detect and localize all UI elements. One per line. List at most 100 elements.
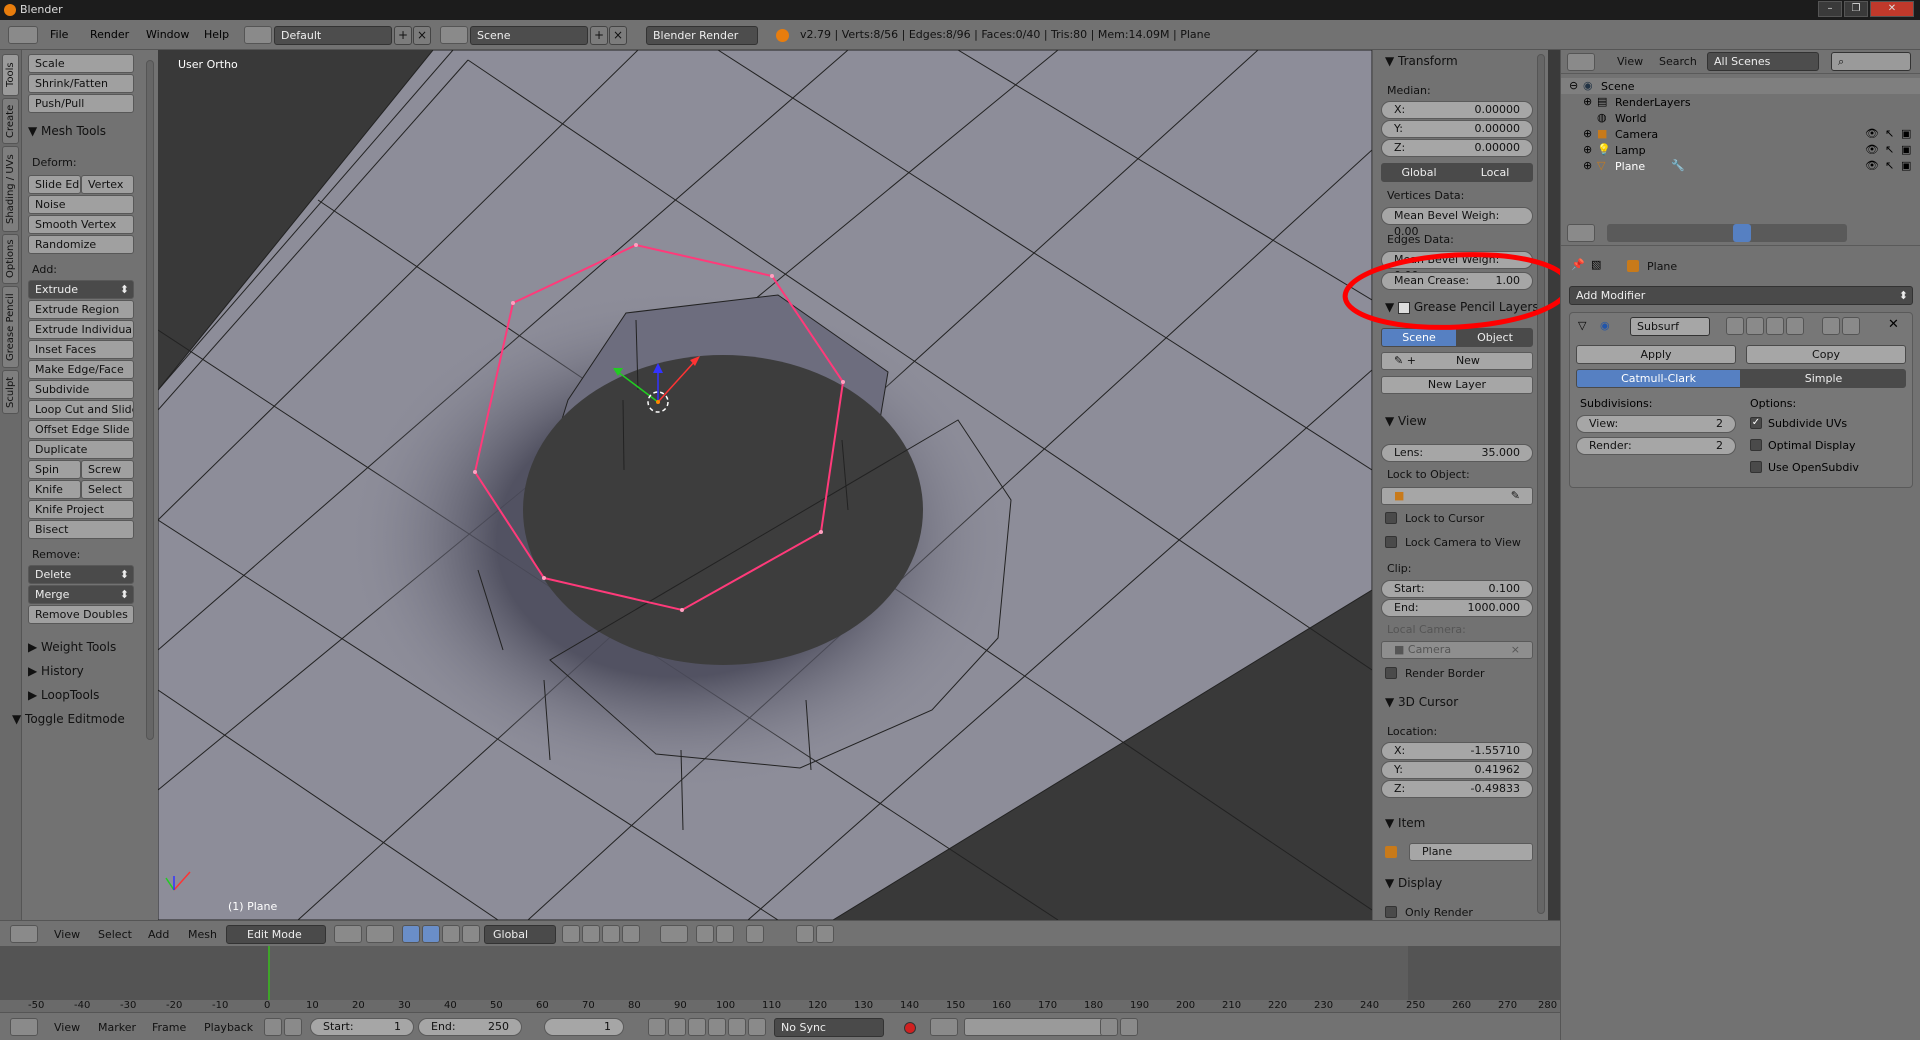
tab-tools[interactable]: Tools [2, 54, 19, 96]
expand-icon[interactable]: ⊕ [1583, 159, 1592, 172]
knife-select-button[interactable]: Select [81, 480, 134, 499]
expand-icon[interactable]: ⊕ [1583, 95, 1592, 108]
properties-shelf-scrollbar[interactable] [1537, 54, 1545, 914]
tool-shelf-scrollbar[interactable] [146, 60, 154, 740]
shrink-fatten-button[interactable]: Shrink/Fatten [28, 74, 134, 93]
layout-field[interactable]: Default [274, 26, 392, 45]
opengl-anim-icon[interactable] [796, 925, 814, 943]
randomize-button[interactable]: Randomize [28, 235, 134, 254]
editor-type-icon[interactable] [8, 26, 38, 44]
delete-keyframe-icon[interactable] [1120, 1018, 1138, 1036]
current-frame-indicator[interactable] [268, 946, 270, 1002]
menu-window[interactable]: Window [146, 28, 189, 41]
menu-help[interactable]: Help [204, 28, 229, 41]
viewport-menu-view[interactable]: View [54, 928, 80, 941]
scale-button[interactable]: Scale [28, 54, 134, 73]
eyedropper-icon[interactable]: ✎ [1511, 488, 1520, 504]
local-toggle[interactable]: Local [1457, 163, 1533, 182]
scale-icon[interactable] [462, 925, 480, 943]
lock-object-field[interactable]: ■ ✎ [1381, 487, 1533, 505]
extrude-region-button[interactable]: Extrude Region [28, 300, 134, 319]
mesh-tools-header[interactable]: ▼ Mesh Tools [28, 124, 106, 138]
tab-grease-pencil[interactable]: Grease Pencil [2, 286, 19, 368]
noise-button[interactable]: Noise [28, 195, 134, 214]
timeline-menu-playback[interactable]: Playback [204, 1021, 253, 1034]
make-edge-face-button[interactable]: Make Edge/Face [28, 360, 134, 379]
inset-faces-button[interactable]: Inset Faces [28, 340, 134, 359]
duplicate-button[interactable]: Duplicate [28, 440, 134, 459]
clear-icon[interactable]: × [1511, 642, 1520, 658]
show-editmode-icon[interactable] [1766, 317, 1784, 335]
jump-keyframe-forward-icon[interactable] [728, 1018, 746, 1036]
timeline[interactable]: -50 -40 -30 -20 -10 0 10 20 30 40 50 60 … [0, 946, 1560, 1012]
face-select-icon[interactable] [622, 925, 640, 943]
render-icon[interactable]: ▣ [1901, 127, 1911, 140]
outliner-row-scene[interactable]: ⊖ ◉ Scene [1561, 78, 1920, 94]
select-arrow-icon[interactable]: ↖ [1885, 127, 1894, 140]
edge-select-icon[interactable] [602, 925, 620, 943]
3d-cursor-header[interactable]: ▼ 3D Cursor [1385, 695, 1458, 709]
pivot-point-icon[interactable] [366, 925, 394, 943]
remove-modifier-icon[interactable]: ✕ [1888, 317, 1899, 332]
push-pull-button[interactable]: Push/Pull [28, 94, 134, 113]
lock-range-icon[interactable] [284, 1018, 302, 1036]
outliner-row-renderlayers[interactable]: ⊕ ▤ RenderLayers [1561, 94, 1920, 110]
history-header[interactable]: ▶ History [28, 664, 84, 678]
render-engine-select[interactable]: Blender Render [646, 26, 758, 45]
tab-create[interactable]: Create [2, 98, 19, 144]
delete-menu[interactable]: Delete ⬍ [28, 565, 134, 584]
render-icon[interactable]: ▣ [1901, 159, 1911, 172]
render-border-checkbox[interactable] [1385, 667, 1397, 679]
use-opensubdiv-checkbox[interactable] [1750, 461, 1762, 473]
move-up-icon[interactable] [1822, 317, 1840, 335]
jump-keyframe-back-icon[interactable] [668, 1018, 686, 1036]
median-x-field[interactable]: X: 0.00000 [1381, 101, 1533, 119]
copy-button[interactable]: Copy [1746, 345, 1906, 364]
tab-shading-uvs[interactable]: Shading / UVs [2, 146, 19, 232]
outliner-menu-search[interactable]: Search [1659, 55, 1697, 68]
extrude-individual-button[interactable]: Extrude Individual [28, 320, 134, 339]
remove-doubles-button[interactable]: Remove Doubles [28, 605, 134, 624]
current-frame-field[interactable]: 1 [544, 1018, 624, 1036]
remove-scene-icon[interactable]: × [609, 26, 627, 45]
show-render-icon[interactable] [1726, 317, 1744, 335]
outliner-row-plane[interactable]: ⊕ ▽ Plane 🔧 👁 ↖ ▣ [1561, 158, 1920, 174]
optimal-display-checkbox[interactable] [1750, 439, 1762, 451]
layers-icon[interactable] [562, 925, 580, 943]
viewport-scene[interactable] [158, 50, 1372, 920]
outliner-editor-icon[interactable] [1567, 53, 1595, 71]
catmull-clark-toggle[interactable]: Catmull-Clark [1576, 369, 1741, 388]
view-header[interactable]: ▼ View [1385, 414, 1427, 428]
gp-new-button[interactable]: ✎ + New [1381, 352, 1533, 370]
global-toggle[interactable]: Global [1381, 163, 1457, 182]
item-header[interactable]: ▼ Item [1385, 816, 1425, 830]
add-modifier-select[interactable]: Add Modifier ⬍ [1569, 286, 1913, 305]
merge-menu[interactable]: Merge ⬍ [28, 585, 134, 604]
jump-start-icon[interactable] [648, 1018, 666, 1036]
outliner-row-lamp[interactable]: ⊕ 💡 Lamp 👁 ↖ ▣ [1561, 142, 1920, 158]
outliner-row-camera[interactable]: ⊕ ■ Camera 👁 ↖ ▣ [1561, 126, 1920, 142]
local-camera-field[interactable]: ■ Camera × [1381, 641, 1533, 659]
looptools-header[interactable]: ▶ LoopTools [28, 688, 99, 702]
select-arrow-icon[interactable]: ↖ [1885, 143, 1894, 156]
menu-render[interactable]: Render [90, 28, 129, 41]
keying-set-icon[interactable] [930, 1018, 958, 1036]
snap-target-icon[interactable] [716, 925, 734, 943]
vertex-select-icon[interactable] [582, 925, 600, 943]
viewport-shading-icon[interactable] [334, 925, 362, 943]
lens-field[interactable]: Lens: 35.000 [1381, 444, 1533, 462]
view-subdiv-field[interactable]: View: 2 [1576, 415, 1736, 433]
spin-button[interactable]: Spin [28, 460, 81, 479]
menu-file[interactable]: File [50, 28, 68, 41]
keying-set-field[interactable] [964, 1018, 1104, 1036]
camera-view-icon[interactable] [816, 925, 834, 943]
minimize-button[interactable]: – [1818, 1, 1842, 17]
snap-icon[interactable] [696, 925, 714, 943]
modifier-name-input[interactable]: Subsurf [1630, 317, 1710, 336]
extrude-menu[interactable]: Extrude ⬍ [28, 280, 134, 299]
pin-icon[interactable]: 📌 [1571, 258, 1585, 271]
expand-icon[interactable]: ⊕ [1583, 143, 1592, 156]
cursor-x-field[interactable]: X: -1.55710 [1381, 742, 1533, 760]
opengl-render-icon[interactable] [746, 925, 764, 943]
loop-cut-button[interactable]: Loop Cut and Slide [28, 400, 134, 419]
